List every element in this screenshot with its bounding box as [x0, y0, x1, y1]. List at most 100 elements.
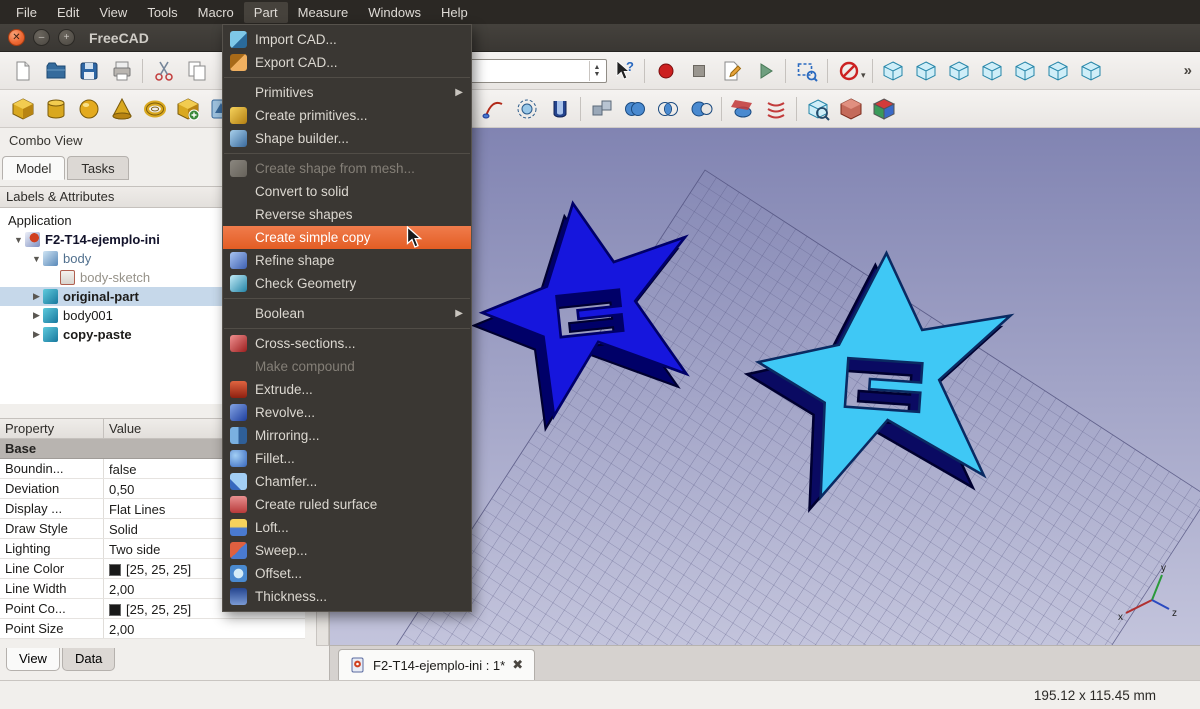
tab-tasks[interactable]: Tasks [67, 156, 128, 180]
menu-edit[interactable]: Edit [47, 2, 89, 23]
copy-button[interactable] [180, 55, 213, 87]
property-row-point-size[interactable]: Point Size 2,00 [0, 619, 305, 639]
thickness-button[interactable] [543, 93, 576, 125]
tab-model[interactable]: Model [2, 156, 65, 180]
tab-data[interactable]: Data [62, 648, 115, 671]
section-button[interactable] [726, 93, 759, 125]
menu-item-sweep[interactable]: Sweep... [223, 539, 471, 562]
menu-item-reverse-shapes[interactable]: Reverse shapes [223, 203, 471, 226]
expand-arrow-icon[interactable]: ▼ [30, 254, 43, 264]
menu-item-extrude[interactable]: Extrude... [223, 378, 471, 401]
part-box-button[interactable] [6, 93, 39, 125]
menu-macro[interactable]: Macro [188, 2, 244, 23]
menu-item-offset[interactable]: Offset... [223, 562, 471, 585]
property-column-header[interactable]: Property [0, 419, 104, 438]
part-torus-button[interactable] [138, 93, 171, 125]
menu-item-fillet[interactable]: Fillet... [223, 447, 471, 470]
toolbar-overflow-button[interactable]: » [1184, 62, 1194, 79]
part-cylinder-button[interactable] [39, 93, 72, 125]
menu-file[interactable]: File [6, 2, 47, 23]
whats-this-button[interactable]: ? [607, 55, 640, 87]
offset-button[interactable] [510, 93, 543, 125]
boolean-common-button[interactable] [651, 93, 684, 125]
menu-item-check-geometry[interactable]: Check Geometry [223, 272, 471, 295]
document-tab-close-icon[interactable]: ✖ [512, 657, 523, 673]
save-document-button[interactable] [72, 55, 105, 87]
view-top-button[interactable] [976, 55, 1009, 87]
boolean-union-button[interactable] [618, 93, 651, 125]
collapse-arrow-icon[interactable]: ▶ [30, 310, 43, 321]
menu-item-mirroring[interactable]: Mirroring... [223, 424, 471, 447]
menu-item-cross-sections[interactable]: Cross-sections... [223, 332, 471, 355]
clipping-dropdown-arrow[interactable]: ▾ [861, 70, 866, 81]
view-fit-all-button[interactable] [877, 55, 910, 87]
print-button[interactable] [105, 55, 138, 87]
collapse-arrow-icon[interactable]: ▶ [30, 291, 43, 302]
sketch-icon [60, 270, 75, 285]
collapse-arrow-icon[interactable]: ▶ [30, 329, 43, 340]
window-close-button[interactable]: ✕ [8, 29, 25, 46]
menu-item-create-simple-copy[interactable]: Create simple copy [223, 226, 471, 249]
menu-item-convert-to-solid[interactable]: Convert to solid [223, 180, 471, 203]
menu-item-thickness[interactable]: Thickness... [223, 585, 471, 608]
document-tab[interactable]: F2-T14-ejemplo-ini : 1* ✖ [338, 649, 535, 680]
create-primitives-button[interactable] [171, 93, 204, 125]
menu-item-create-primitives[interactable]: Create primitives... [223, 104, 471, 127]
menu-item-boolean[interactable]: Boolean ▶ [223, 302, 471, 325]
macro-stop-button[interactable] [682, 55, 715, 87]
menu-item-import-cad[interactable]: Import CAD... [223, 28, 471, 51]
menu-windows[interactable]: Windows [358, 2, 431, 23]
part-sphere-button[interactable] [72, 93, 105, 125]
view-right-button[interactable] [1009, 55, 1042, 87]
menu-item-revolve[interactable]: Revolve... [223, 401, 471, 424]
menu-item-shape-from-mesh: Create shape from mesh... [223, 157, 471, 180]
revolve-icon [230, 404, 247, 421]
window-maximize-button[interactable]: + [58, 29, 75, 46]
macro-execute-button[interactable] [748, 55, 781, 87]
boolean-compound-button[interactable] [585, 93, 618, 125]
menu-tools[interactable]: Tools [137, 2, 187, 23]
part-dropdown-menu: Import CAD... Export CAD... Primitives ▶… [222, 24, 472, 612]
view-isometric-button[interactable] [910, 55, 943, 87]
view-front-button[interactable] [943, 55, 976, 87]
new-document-button[interactable] [6, 55, 39, 87]
cut-button[interactable] [147, 55, 180, 87]
menu-item-chamfer[interactable]: Chamfer... [223, 470, 471, 493]
menu-item-loft[interactable]: Loft... [223, 516, 471, 539]
whats-this-icon: ? [612, 59, 636, 83]
value-column-header[interactable]: Value [104, 419, 141, 438]
expand-arrow-icon[interactable]: ▼ [12, 235, 25, 245]
tab-view[interactable]: View [6, 648, 60, 671]
color-per-face-button[interactable] [867, 93, 900, 125]
menu-item-label: Reverse shapes [255, 207, 463, 222]
menu-item-refine-shape[interactable]: Refine shape [223, 249, 471, 272]
box-element-selection-button[interactable] [790, 55, 823, 87]
boolean-cut-button[interactable] [684, 93, 717, 125]
window-minimize-button[interactable]: – [33, 29, 50, 46]
property-name: Point Size [0, 619, 104, 638]
menu-measure[interactable]: Measure [288, 2, 359, 23]
menu-item-ruled-surface[interactable]: Create ruled surface [223, 493, 471, 516]
menu-item-export-cad[interactable]: Export CAD... [223, 51, 471, 74]
macro-edit-button[interactable] [715, 55, 748, 87]
tree-item-label: F2-T14-ejemplo-ini [45, 232, 160, 247]
menu-item-primitives[interactable]: Primitives ▶ [223, 81, 471, 104]
menu-view[interactable]: View [89, 2, 137, 23]
check-geometry-button[interactable] [801, 93, 834, 125]
view-rear-button[interactable] [1042, 55, 1075, 87]
sweep-button[interactable] [477, 93, 510, 125]
part-cone-button[interactable] [105, 93, 138, 125]
workbench-selector-spinner[interactable]: ▲▼ [589, 61, 604, 81]
chamfer-icon [230, 473, 247, 490]
view-bottom-button[interactable] [1075, 55, 1108, 87]
cross-sections-button[interactable] [759, 93, 792, 125]
macro-record-button[interactable] [649, 55, 682, 87]
property-value[interactable]: 2,00 [104, 619, 305, 638]
part-toolbar [0, 90, 1200, 128]
menu-item-shape-builder[interactable]: Shape builder... [223, 127, 471, 150]
menu-help[interactable]: Help [431, 2, 478, 23]
defeaturing-button[interactable] [834, 93, 867, 125]
menu-part[interactable]: Part [244, 2, 288, 23]
open-document-button[interactable] [39, 55, 72, 87]
menu-item-label: Mirroring... [255, 428, 463, 443]
